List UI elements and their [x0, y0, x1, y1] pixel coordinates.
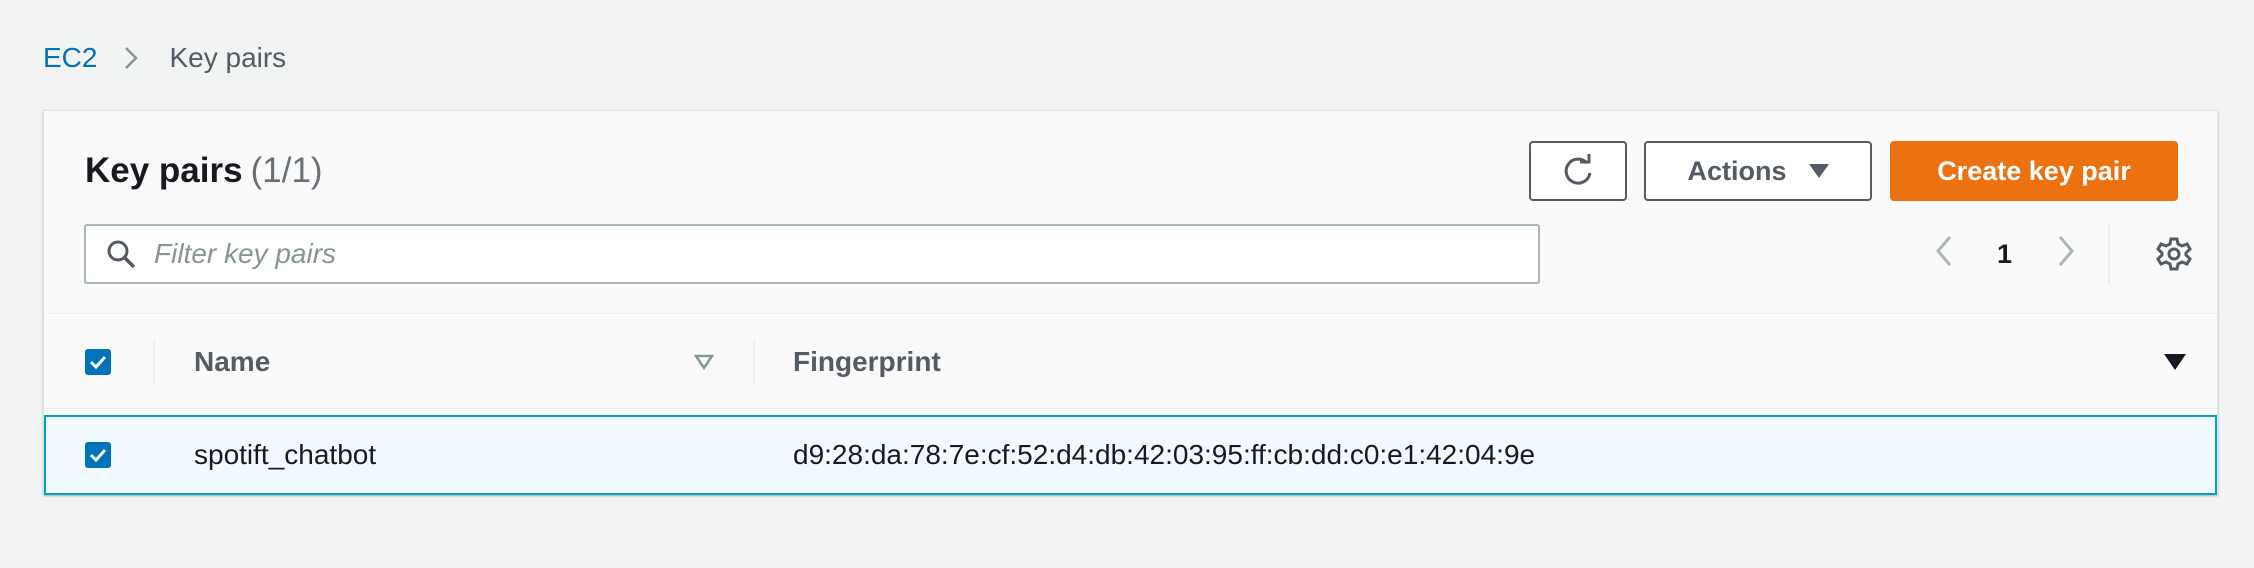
- sort-icon[interactable]: [694, 315, 714, 409]
- filter-search-box: [84, 224, 1540, 284]
- pagination-current-page[interactable]: 1: [1997, 239, 2012, 270]
- search-icon: [106, 239, 136, 269]
- create-key-pair-button[interactable]: Create key pair: [1890, 141, 2178, 201]
- actions-label: Actions: [1687, 155, 1787, 186]
- table-header: Name Fingerprint: [44, 315, 2217, 409]
- actions-dropdown-button[interactable]: Actions: [1644, 141, 1872, 201]
- column-divider: [753, 341, 755, 385]
- checkmark-icon: [89, 355, 107, 369]
- panel-header: Key pairs(1/1) Actions Create key pair: [44, 111, 2217, 314]
- preferences-button[interactable]: [2156, 236, 2192, 272]
- title-text: Key pairs: [85, 151, 243, 190]
- pagination-divider: [2108, 225, 2110, 285]
- breadcrumb-current: Key pairs: [169, 42, 287, 73]
- refresh-button[interactable]: [1529, 141, 1627, 201]
- search-input[interactable]: [154, 238, 1454, 270]
- select-all-checkbox[interactable]: [85, 349, 111, 375]
- column-divider: [153, 341, 155, 385]
- key-pair-name: spotift_chatbot: [194, 439, 377, 470]
- checkmark-icon: [89, 448, 107, 462]
- gear-icon: [2156, 236, 2192, 272]
- page-title: Key pairs (1/1): [85, 151, 323, 191]
- selection-count: (1/1): [250, 151, 323, 190]
- breadcrumb: EC2 Key pairs: [43, 42, 286, 74]
- column-header-fingerprint[interactable]: Fingerprint: [793, 315, 941, 409]
- key-pair-fingerprint: d9:28:da:78:7e:cf:52:d4:db:42:03:95:ff:c…: [793, 439, 1536, 470]
- caret-down-icon: [1808, 164, 1829, 178]
- chevron-right-icon: [2056, 234, 2076, 268]
- pagination-prev-button[interactable]: [1934, 234, 1954, 268]
- chevron-right-icon: [123, 45, 139, 71]
- chevron-left-icon: [1934, 234, 1954, 268]
- sort-icon[interactable]: [2164, 315, 2186, 409]
- pagination-next-button[interactable]: [2056, 234, 2076, 268]
- column-header-name[interactable]: Name: [194, 315, 270, 409]
- breadcrumb-link-ec2[interactable]: EC2: [43, 42, 97, 74]
- refresh-icon: [1561, 154, 1595, 188]
- create-label: Create key pair: [1937, 155, 2131, 186]
- row-checkbox[interactable]: [85, 442, 111, 468]
- key-pairs-panel: Key pairs(1/1) Actions Create key pair: [43, 110, 2218, 495]
- table-row[interactable]: spotift_chatbot d9:28:da:78:7e:cf:52:d4:…: [44, 415, 2217, 495]
